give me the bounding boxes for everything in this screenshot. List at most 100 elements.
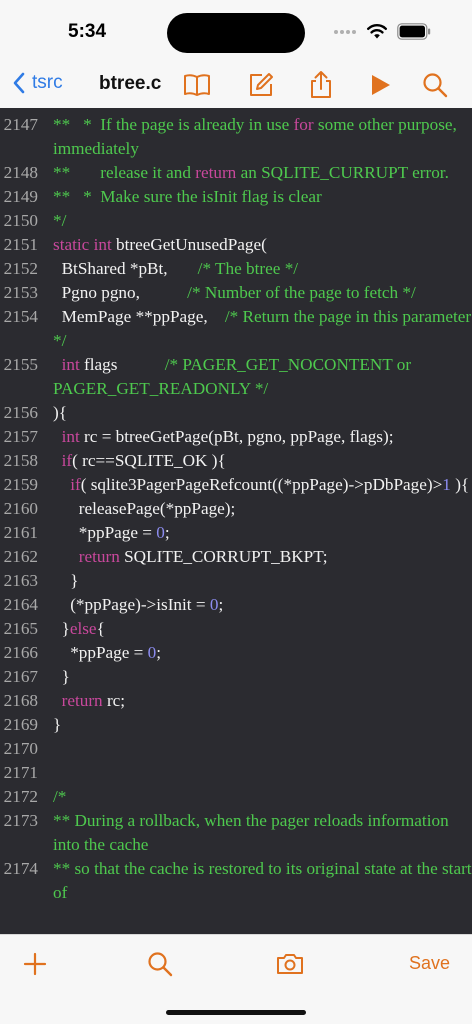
code-token: /* The btree */ [197, 259, 299, 278]
line-text: }else{ [38, 617, 472, 641]
code-token: int [61, 427, 80, 446]
line-text: static int btreeGetUnusedPage( [38, 233, 472, 257]
back-button[interactable]: tsrc [12, 72, 63, 94]
code-line: 2152 BtShared *pBt, /* The btree */ [0, 257, 472, 281]
line-number: 2168 [3, 691, 38, 710]
code-token: } [53, 571, 79, 590]
code-token: btreeGetUnusedPage( [111, 235, 267, 254]
code-line: 2167 } [0, 665, 472, 689]
book-icon[interactable] [182, 70, 212, 100]
code-token: { [96, 619, 105, 638]
line-text: if( sqlite3PagerPageRefcount((*ppPage)->… [38, 473, 472, 497]
code-line: 2171 [0, 761, 472, 785]
line-number: 2149 [3, 187, 38, 206]
file-title: btree.c [99, 73, 162, 94]
code-token: ** release it and [53, 163, 196, 182]
code-token: else [69, 619, 97, 638]
line-number: 2172 [3, 787, 38, 806]
code-line: 2161 *ppPage = 0; [0, 521, 472, 545]
line-text: int rc = btreeGetPage(pBt, pgno, ppPage,… [38, 425, 472, 449]
navigation-bar: tsrc btree.c [0, 62, 472, 108]
line-number: 2170 [3, 739, 38, 758]
line-number: 2150 [3, 211, 38, 230]
code-token: rc = btreeGetPage(pBt, pgno, ppPage, fla… [79, 427, 394, 446]
line-number: 2173 [3, 811, 38, 830]
play-icon[interactable] [366, 70, 396, 100]
line-number: 2167 [3, 667, 38, 686]
code-line: 2159 if( sqlite3PagerPageRefcount((*ppPa… [0, 473, 472, 497]
line-number: 2155 [3, 355, 38, 374]
code-token: } [53, 619, 70, 638]
code-token: return [78, 547, 120, 566]
code-line: 2153 Pgno pgno, /* Number of the page to… [0, 281, 472, 305]
code-token: if [70, 475, 81, 494]
dynamic-island [167, 13, 305, 53]
code-token: } [53, 667, 70, 686]
code-line: 2165 }else{ [0, 617, 472, 641]
line-text: /* [38, 785, 472, 809]
code-line: 2169} [0, 713, 472, 737]
code-token: SQLITE_CORRUPT_BKPT; [119, 547, 328, 566]
line-number: 2163 [3, 571, 38, 590]
line-text: } [38, 713, 472, 737]
save-button[interactable]: Save [409, 953, 450, 974]
code-line: 2154 MemPage **ppPage, /* Return the pag… [0, 305, 472, 353]
line-number: 2156 [3, 403, 38, 422]
plus-icon[interactable] [20, 949, 50, 979]
code-token: BtShared *pBt, [53, 259, 198, 278]
code-token: /* Number of the page to fetch */ [187, 283, 416, 302]
code-token: 1 [442, 475, 451, 494]
code-token: ** so that the cache is restored to its … [53, 859, 472, 902]
code-editor[interactable]: 2147 ** * If the page is already in use f… [0, 108, 472, 934]
line-number: 2169 [3, 715, 38, 734]
line-number: 2148 [3, 163, 38, 182]
code-token: ** * Make sure the isInit flag is clear [53, 187, 322, 206]
code-token: Pgno pgno, [53, 283, 188, 302]
line-text: } [38, 665, 472, 689]
code-token: int [61, 355, 80, 374]
code-line: 2174 ** so that the cache is restored to … [0, 857, 472, 905]
code-token: */ [53, 211, 67, 230]
line-text: */ [38, 209, 472, 233]
line-text [38, 737, 472, 761]
line-text: ** so that the cache is restored to its … [38, 857, 472, 905]
code-line: 2162 return SQLITE_CORRUPT_BKPT; [0, 545, 472, 569]
code-token: return [61, 691, 103, 710]
line-text: ** release it and return an SQLITE_CURRU… [38, 161, 472, 185]
code-line: 2157 int rc = btreeGetPage(pBt, pgno, pp… [0, 425, 472, 449]
line-text: return rc; [38, 689, 472, 713]
code-line: 2172 /* [0, 785, 472, 809]
code-token: ( rc==SQLITE_OK ){ [72, 451, 226, 470]
chevron-left-icon [13, 72, 25, 94]
line-number: 2166 [3, 643, 38, 662]
code-token: an SQLITE_CURRUPT error. [236, 163, 449, 182]
code-token: ){ [450, 475, 470, 494]
code-line: 2164 (*ppPage)->isInit = 0; [0, 593, 472, 617]
code-token: MemPage **ppPage, [53, 307, 225, 326]
code-token: 0 [156, 523, 165, 542]
search-icon[interactable] [420, 70, 450, 100]
line-text: MemPage **ppPage, /* Return the page in … [38, 305, 472, 353]
line-number: 2154 [3, 307, 38, 326]
code-token: ){ [53, 403, 67, 422]
code-token: ** During a rollback, when the pager rel… [53, 811, 453, 854]
code-token: flags [79, 355, 165, 374]
code-token: if [61, 451, 73, 470]
line-number: 2147 [3, 115, 38, 134]
line-number: 2153 [3, 283, 38, 302]
edit-icon[interactable] [246, 70, 276, 100]
line-text: if( rc==SQLITE_OK ){ [38, 449, 472, 473]
code-token: ; [156, 643, 162, 662]
code-token: releasePage(*ppPage); [53, 499, 236, 518]
code-line: 2158 if( rc==SQLITE_OK ){ [0, 449, 472, 473]
code-line: 2149 ** * Make sure the isInit flag is cl… [0, 185, 472, 209]
camera-icon[interactable] [275, 949, 305, 979]
share-icon[interactable] [306, 70, 336, 100]
search-icon[interactable] [145, 949, 175, 979]
